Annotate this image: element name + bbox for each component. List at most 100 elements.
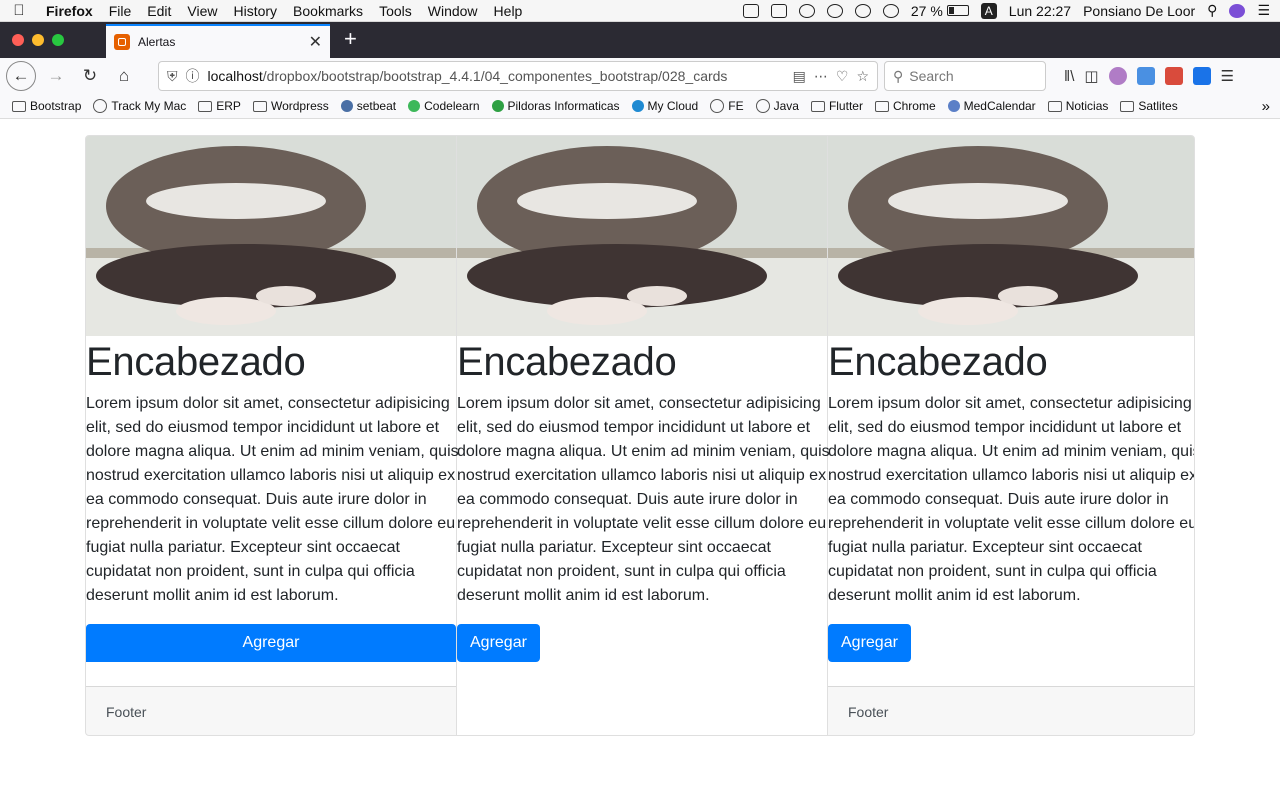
search-box[interactable]: ⚲ Search [884, 61, 1046, 91]
spotlight-icon[interactable]: ⚲ [1207, 2, 1217, 19]
bookmark-star-icon[interactable]: ☆ [856, 68, 869, 85]
bookmark-label: Satlites [1138, 99, 1178, 113]
bookmark-setbeat[interactable]: setbeat [340, 99, 396, 113]
time-machine-icon[interactable] [854, 3, 871, 18]
woman-sitting-photo [86, 136, 456, 336]
minimize-window-button[interactable] [32, 34, 44, 46]
url-text[interactable]: localhost/dropbox/bootstrap/bootstrap_4.… [208, 68, 785, 84]
folder-icon [1120, 100, 1135, 112]
reader-view-icon[interactable]: ▤ [793, 68, 806, 85]
reload-button[interactable]: ↻ [76, 62, 104, 90]
user-name[interactable]: Ponsiano De Loor [1083, 3, 1195, 19]
bookmark-fe[interactable]: FE [710, 99, 744, 113]
site-info-icon[interactable]: ⓘ [186, 66, 200, 86]
close-tab-icon[interactable]: ✕ [309, 32, 322, 52]
zoom-window-button[interactable] [52, 34, 64, 46]
wifi-icon[interactable] [882, 3, 899, 18]
wd-icon[interactable] [770, 3, 787, 18]
bookmark-codelearn[interactable]: Codelearn [408, 99, 480, 113]
clock[interactable]: Lun 22:27 [1009, 3, 1071, 19]
card-text: Lorem ipsum dolor sit amet, consectetur … [828, 395, 1195, 604]
card-image [86, 136, 456, 336]
bookmark-bootstrap[interactable]: Bootstrap [12, 99, 81, 113]
battery-indicator[interactable]: 27 % [911, 3, 969, 19]
bookmark-label: Wordpress [270, 99, 329, 113]
page-actions-icon[interactable]: ⋯ [814, 68, 828, 85]
page-content: Encabezado Lorem ipsum dolor sit amet, c… [0, 120, 1280, 800]
bookmark-flutter[interactable]: Flutter [810, 99, 863, 113]
folder-icon [1047, 100, 1062, 112]
menu-bookmarks[interactable]: Bookmarks [285, 3, 371, 19]
bookmark-wordpress[interactable]: Wordpress [252, 99, 329, 113]
bookmark-label: Bootstrap [30, 99, 82, 113]
window-controls [0, 34, 106, 58]
tab-alertas[interactable]: Alertas ✕ [106, 24, 330, 58]
menu-hamburger-icon[interactable]: ☰ [1221, 67, 1234, 85]
card-text: Lorem ipsum dolor sit amet, consectetur … [457, 395, 830, 604]
card-image [457, 136, 827, 336]
agregar-button[interactable]: Agregar [86, 624, 456, 662]
card-title: Encabezado [86, 340, 306, 384]
owl-icon[interactable] [798, 3, 815, 18]
menu-app-name[interactable]: Firefox [38, 3, 101, 19]
battery-percent: 27 % [910, 2, 943, 19]
toolbar-extensions: ‖\ ◫ ☰ [1064, 67, 1234, 85]
globe-icon [755, 99, 770, 113]
agregar-button[interactable]: Agregar [457, 624, 540, 662]
translate-extension-icon[interactable] [1136, 67, 1155, 85]
sidebar-icon[interactable]: ◫ [1084, 67, 1098, 85]
tracking-protection-icon[interactable]: ⛨ [167, 68, 178, 85]
bookmark-satlites[interactable]: Satlites [1120, 99, 1178, 113]
close-window-button[interactable] [12, 34, 24, 46]
folder-icon [252, 100, 267, 112]
bookmark-track-my-mac[interactable]: Track My Mac [93, 99, 186, 113]
folder-icon [12, 100, 26, 112]
macos-menubar:  Firefox File Edit View History Bookmar… [0, 0, 1280, 22]
colorful-extension-icon[interactable] [1164, 67, 1183, 85]
menu-history[interactable]: History [225, 3, 285, 19]
library-icon[interactable]: ‖\ [1064, 68, 1074, 85]
pildoras-icon [491, 100, 504, 112]
bookmark-java[interactable]: Java [755, 99, 799, 113]
vimeo-extension-icon[interactable] [1192, 67, 1211, 85]
siri-icon[interactable] [1229, 3, 1246, 18]
url-bar[interactable]: ⛨ ⓘ localhost/dropbox/bootstrap/bootstra… [158, 61, 878, 91]
globe-icon [93, 99, 108, 113]
tab-title: Alertas [138, 35, 176, 49]
cloud-icon [631, 100, 644, 112]
url-path: /dropbox/bootstrap/bootstrap_4.4.1/04_co… [262, 68, 728, 84]
account-avatar-icon[interactable] [1108, 67, 1127, 85]
bookmarks-toolbar: Bootstrap Track My Mac ERP Wordpress set… [0, 94, 1280, 119]
menu-window[interactable]: Window [420, 3, 486, 19]
home-button[interactable]: ⌂ [110, 62, 138, 90]
bookmark-pildoras[interactable]: Pildoras Informaticas [491, 99, 620, 113]
bookmark-label: FE [728, 99, 744, 113]
menu-file[interactable]: File [101, 3, 140, 19]
pocket-icon[interactable]: ♡ [836, 68, 849, 85]
bookmark-label: Flutter [828, 99, 863, 113]
dropbox-icon[interactable] [742, 3, 759, 18]
menu-view[interactable]: View [179, 3, 225, 19]
bookmark-chrome[interactable]: Chrome [874, 99, 936, 113]
menu-edit[interactable]: Edit [139, 3, 179, 19]
more-bookmarks-chevron-icon[interactable]: » [1262, 98, 1270, 115]
bookmark-my-cloud[interactable]: My Cloud [631, 99, 698, 113]
input-source-indicator[interactable]: A [980, 2, 997, 19]
folder-icon [810, 100, 825, 112]
bookmark-noticias[interactable]: Noticias [1047, 99, 1108, 113]
notification-center-icon[interactable]: ☰ [1257, 2, 1270, 19]
m-icon[interactable] [826, 3, 843, 18]
status-area: 27 % A Lun 22:27 Ponsiano De Loor ⚲ ☰ [742, 2, 1280, 19]
apple-icon[interactable]:  [0, 2, 38, 19]
menu-help[interactable]: Help [486, 3, 531, 19]
menu-tools[interactable]: Tools [371, 3, 420, 19]
agregar-button[interactable]: Agregar [828, 624, 911, 662]
bookmark-erp[interactable]: ERP [198, 99, 241, 113]
bookmark-medcalendar[interactable]: MedCalendar [947, 99, 1036, 113]
new-tab-button[interactable]: + [330, 26, 369, 58]
card-1: Encabezado Lorem ipsum dolor sit amet, c… [86, 136, 459, 735]
card-title: Encabezado [457, 340, 677, 384]
back-button[interactable]: ← [6, 61, 36, 91]
codelearn-icon [408, 100, 421, 112]
forward-button[interactable]: → [42, 62, 70, 90]
